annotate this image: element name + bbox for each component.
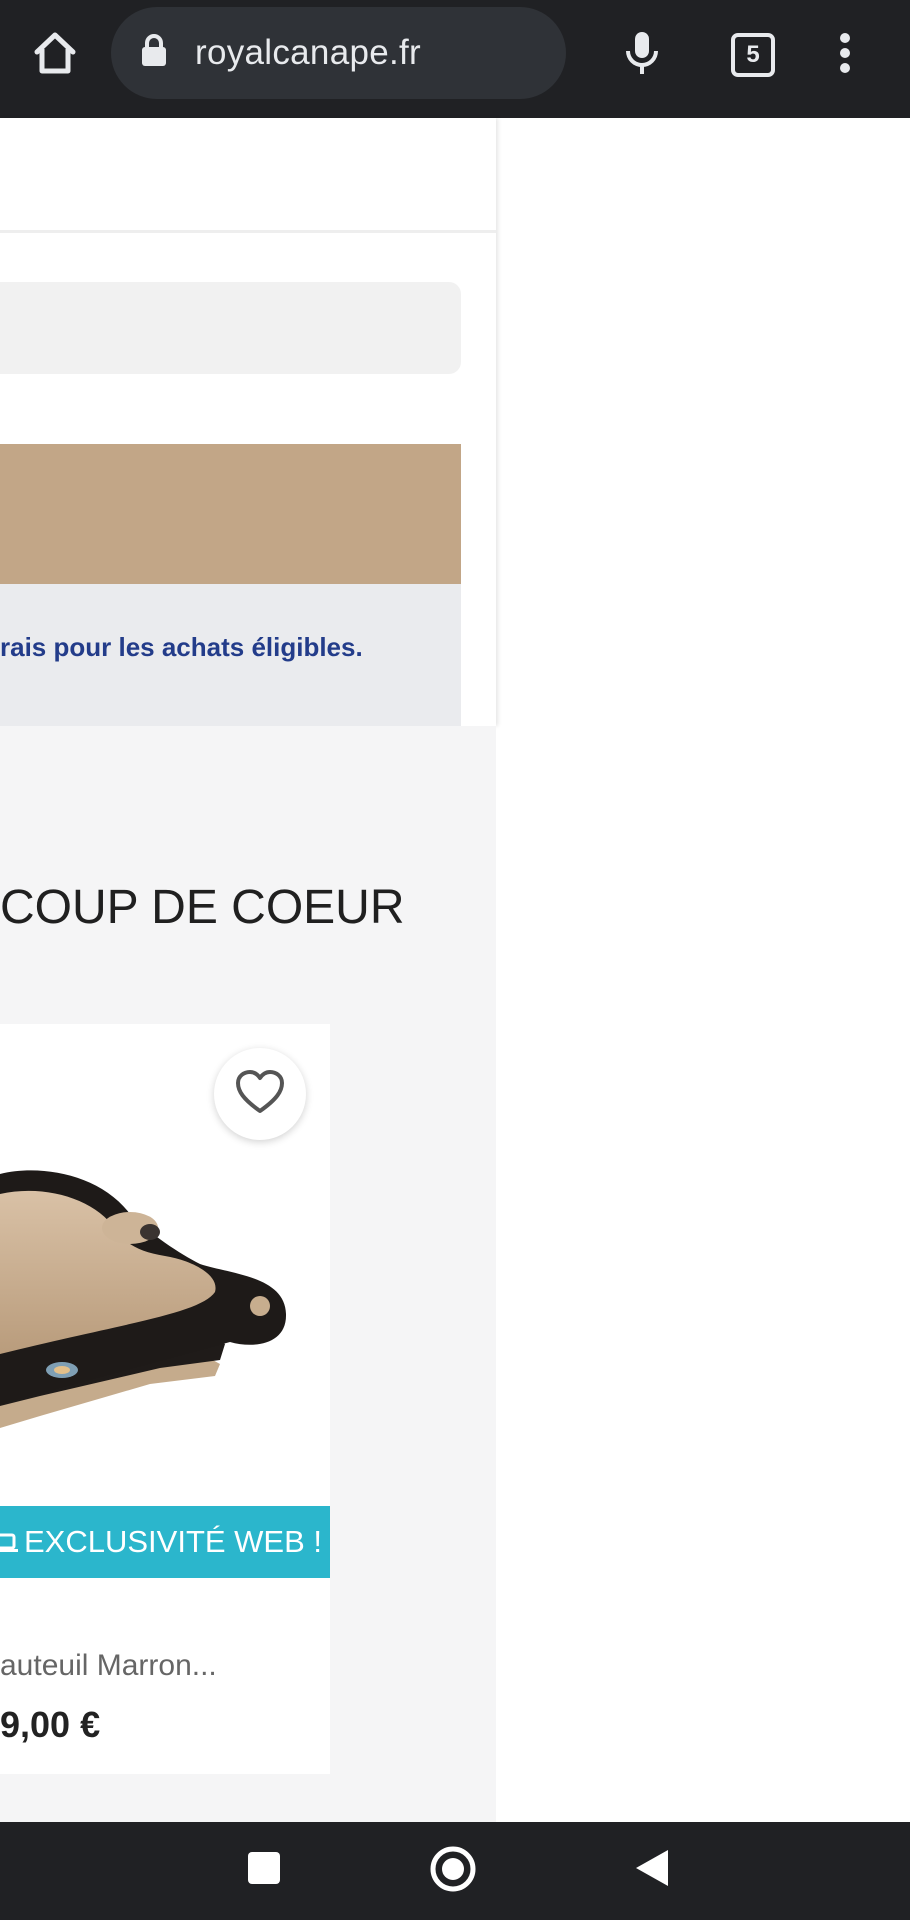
back-icon [634, 1848, 670, 1893]
web-page: rais pour les achats éligibles. COUP DE … [0, 118, 910, 1822]
product-price: 9,00 € [0, 1704, 101, 1745]
more-vert-icon [839, 32, 851, 79]
system-home-button[interactable] [424, 1842, 482, 1900]
section-title: COUP DE COEUR [0, 881, 405, 934]
laptop-icon [0, 1508, 18, 1578]
tab-count: 5 [731, 33, 775, 77]
search-field[interactable] [0, 282, 461, 374]
home-button[interactable] [22, 22, 88, 88]
browser-toolbar: royalcanape.fr 5 [0, 0, 910, 118]
voice-search-button[interactable] [612, 22, 672, 88]
system-nav-bar [0, 1822, 910, 1920]
home-icon [31, 30, 79, 81]
microphone-icon [624, 30, 660, 81]
address-bar[interactable]: royalcanape.fr [111, 7, 566, 99]
promo-banner[interactable] [0, 444, 461, 584]
info-text: rais pour les achats éligibles. [0, 632, 363, 662]
heart-icon [235, 1069, 285, 1120]
badge-label: EXCLUSIVITÉ WEB ! [24, 1524, 323, 1559]
wishlist-button[interactable] [214, 1048, 306, 1140]
product-image[interactable] [0, 1024, 330, 1506]
url-text: royalcanape.fr [195, 33, 421, 72]
tab-switcher-button[interactable]: 5 [722, 22, 784, 88]
product-name[interactable]: auteuil Marron... [0, 1646, 217, 1686]
back-button[interactable] [624, 1842, 680, 1898]
recents-button[interactable] [236, 1842, 292, 1898]
recents-icon [247, 1851, 281, 1890]
home-circle-icon [429, 1845, 477, 1898]
menu-panel: rais pour les achats éligibles. [0, 118, 496, 726]
browser-menu-button[interactable] [820, 22, 870, 88]
lock-icon [141, 33, 167, 72]
exclusive-badge: EXCLUSIVITÉ WEB ! [0, 1506, 330, 1578]
featured-section: COUP DE COEUR EXCLUSIVITÉ WEB ! auteuil … [0, 726, 496, 1822]
product-card[interactable]: EXCLUSIVITÉ WEB ! auteuil Marron... 9,00… [0, 1024, 330, 1774]
info-strip: rais pour les achats éligibles. [0, 584, 461, 726]
divider [0, 230, 496, 233]
